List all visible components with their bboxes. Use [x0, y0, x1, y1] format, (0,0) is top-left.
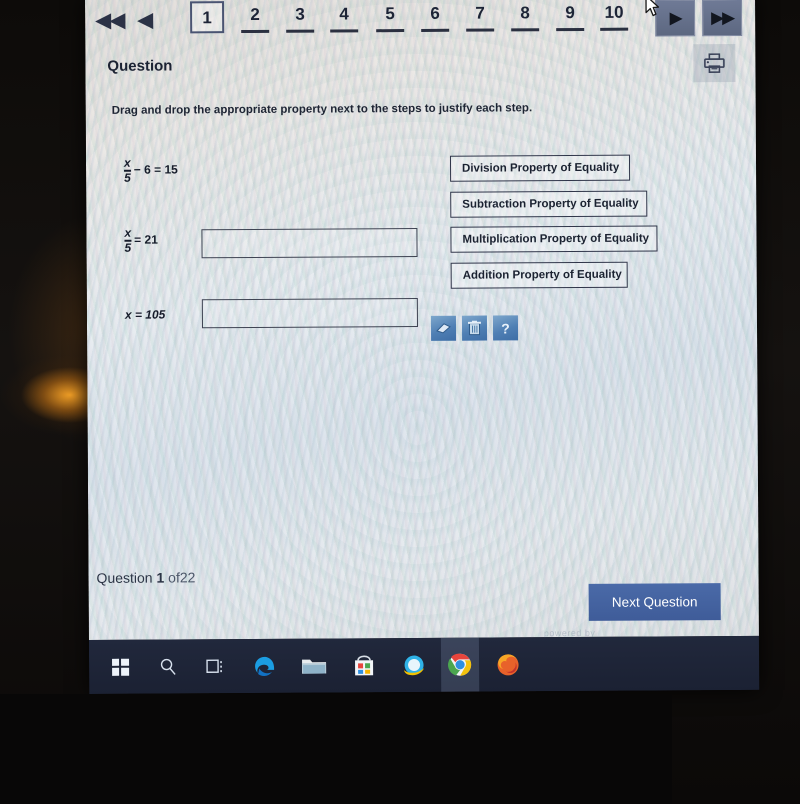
page-number-7[interactable]: 7 — [463, 3, 497, 34]
property-tile-addition[interactable]: Addition Property of Equality — [451, 262, 628, 289]
page-number-label: 4 — [339, 4, 349, 23]
equation-rest: − 6 = 15 — [134, 162, 178, 176]
chrome-icon[interactable] — [441, 638, 479, 692]
moire-overlay — [85, 0, 759, 640]
store-glyph — [353, 654, 375, 676]
page-number-2[interactable]: 2 — [238, 5, 272, 36]
property-tile-division[interactable]: Division Property of Equality — [450, 155, 630, 182]
trash-icon[interactable] — [462, 316, 487, 341]
instruction-text: Drag and drop the appropriate property n… — [112, 102, 533, 117]
page-number-label: 6 — [430, 4, 440, 23]
equation-step-3: x = 105 — [125, 308, 165, 322]
next-question-button[interactable]: Next Question — [589, 583, 721, 621]
internet-explorer-icon[interactable] — [395, 646, 433, 684]
question-counter-total: 22 — [180, 569, 196, 585]
screen-lower-bezel — [0, 694, 672, 804]
last-page-button[interactable]: ▶▶ — [702, 0, 742, 36]
fraction-denominator: 5 — [124, 242, 131, 253]
firefox-glyph — [495, 651, 521, 677]
property-tile-subtraction[interactable]: Subtraction Property of Equality — [450, 191, 647, 218]
fraction-denominator: 5 — [124, 172, 131, 183]
question-counter-of: of — [168, 569, 180, 585]
microsoft-store-icon[interactable] — [345, 646, 383, 684]
fraction-numerator: x — [124, 158, 131, 169]
page-number-label: 2 — [250, 5, 260, 24]
page-number-4[interactable]: 4 — [327, 4, 361, 35]
chrome-glyph — [447, 652, 473, 678]
task-view-glyph — [206, 658, 226, 674]
page-number-label: 3 — [295, 5, 305, 24]
question-counter-number: 1 — [156, 570, 164, 586]
page-number-label: 8 — [520, 3, 530, 22]
page-number-label: 10 — [605, 3, 624, 22]
page-number-label: 7 — [475, 4, 485, 23]
dropbox-step-2[interactable] — [201, 228, 417, 258]
eraser-icon[interactable] — [431, 316, 456, 341]
ie-glyph — [401, 652, 427, 678]
edge-icon[interactable] — [246, 647, 284, 685]
page-number-label: 1 — [202, 8, 212, 27]
firefox-icon[interactable] — [489, 645, 527, 683]
page-number-9[interactable]: 9 — [553, 3, 587, 34]
prev-page-button[interactable]: ◀ — [137, 6, 151, 36]
page-number-6[interactable]: 6 — [418, 4, 452, 35]
windows-logo-icon — [112, 658, 129, 675]
page-number-label: 9 — [565, 3, 575, 22]
trash-glyph — [468, 321, 481, 336]
page-number-10[interactable]: 10 — [597, 3, 631, 34]
property-tile-multiplication[interactable]: Multiplication Property of Equality — [450, 226, 657, 253]
question-counter: Question 1 of22 — [96, 569, 195, 586]
file-explorer-icon[interactable] — [295, 646, 333, 684]
help-icon[interactable]: ? — [493, 315, 518, 340]
equation-step-1: x 5 − 6 = 15 — [124, 157, 178, 183]
edge-glyph — [252, 653, 278, 679]
task-view-icon[interactable] — [197, 647, 235, 685]
mouse-cursor — [645, 0, 661, 19]
page-number-5[interactable]: 5 — [373, 4, 407, 35]
fraction-numerator: x — [124, 228, 131, 239]
page-title: Question — [107, 57, 172, 74]
question-counter-label: Question — [96, 570, 152, 586]
first-page-button[interactable]: ◀◀ — [95, 6, 123, 36]
folder-glyph — [301, 656, 327, 676]
search-icon[interactable] — [149, 647, 187, 685]
fraction: x 5 — [124, 158, 131, 184]
photo-background: ◀◀ ◀ 1 2 3 4 5 6 7 8 9 10 ▶ ▶▶ Question — [0, 0, 800, 800]
page-number-3[interactable]: 3 — [283, 5, 317, 36]
search-glyph — [159, 657, 177, 675]
windows-taskbar — [89, 636, 759, 694]
laptop-screen: ◀◀ ◀ 1 2 3 4 5 6 7 8 9 10 ▶ ▶▶ Question — [85, 0, 759, 694]
start-button[interactable] — [101, 648, 139, 686]
printer-icon[interactable] — [693, 44, 735, 82]
page-number-8[interactable]: 8 — [508, 3, 542, 34]
page-number-1[interactable]: 1 — [190, 1, 224, 33]
quiz-page: ◀◀ ◀ 1 2 3 4 5 6 7 8 9 10 ▶ ▶▶ Question — [85, 0, 759, 640]
page-number-label: 5 — [385, 4, 395, 23]
eraser-glyph — [435, 322, 452, 335]
fraction: x 5 — [124, 228, 131, 254]
printer-glyph — [703, 53, 725, 73]
equation-step-2: x 5 = 21 — [124, 228, 158, 254]
dropbox-step-3[interactable] — [202, 298, 418, 328]
equation-rest: = 21 — [134, 233, 158, 247]
